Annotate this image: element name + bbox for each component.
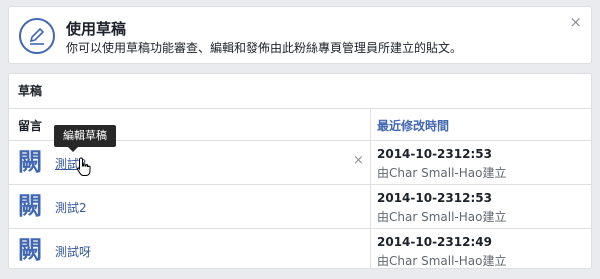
table-row[interactable]: 闕 測試3 × 2014-10-2312:53 由Char Small-Hao建… bbox=[9, 141, 591, 185]
draft-author: 由Char Small-Hao建立 bbox=[377, 210, 507, 224]
page-avatar: 闕 bbox=[18, 236, 42, 264]
edit-draft-tooltip: 編輯草稿 bbox=[54, 125, 116, 152]
page-avatar: 闕 bbox=[18, 192, 42, 220]
column-header-message: 留言 bbox=[18, 119, 43, 133]
hand-cursor-icon bbox=[76, 157, 92, 181]
draft-author: 由Char Small-Hao建立 bbox=[377, 254, 507, 268]
draft-link[interactable]: 測試呀 bbox=[55, 243, 91, 260]
page-avatar: 闕 bbox=[18, 148, 42, 176]
draft-timestamp: 2014-10-2312:53 bbox=[377, 147, 492, 161]
drafts-intro-banner: 使用草稿 你可以使用草稿功能審查、編輯和發佈由此粉絲專頁管理員所建立的貼文。 × bbox=[8, 6, 592, 64]
delete-icon[interactable]: × bbox=[353, 153, 364, 168]
column-header-last-modified[interactable]: 最近修改時間 bbox=[377, 117, 449, 134]
panel-title: 草稿 bbox=[9, 74, 591, 109]
draft-author: 由Char Small-Hao建立 bbox=[377, 166, 507, 180]
draft-timestamp: 2014-10-2312:53 bbox=[377, 191, 492, 205]
drafts-panel: 草稿 留言 最近修改時間 闕 測試3 × 2014-10-2312:53 由Ch… bbox=[8, 73, 592, 269]
pencil-icon bbox=[19, 18, 55, 54]
close-icon[interactable]: × bbox=[569, 15, 582, 30]
draft-link[interactable]: 測試2 bbox=[55, 199, 87, 216]
table-row[interactable]: 闕 測試呀 2014-10-2312:49 由Char Small-Hao建立 bbox=[9, 229, 591, 268]
table-row[interactable]: 闕 測試2 2014-10-2312:53 由Char Small-Hao建立 bbox=[9, 185, 591, 229]
draft-timestamp: 2014-10-2312:49 bbox=[377, 235, 492, 249]
banner-description: 你可以使用草稿功能審查、編輯和發佈由此粉絲專頁管理員所建立的貼文。 bbox=[66, 41, 463, 55]
banner-title: 使用草稿 bbox=[66, 20, 127, 38]
